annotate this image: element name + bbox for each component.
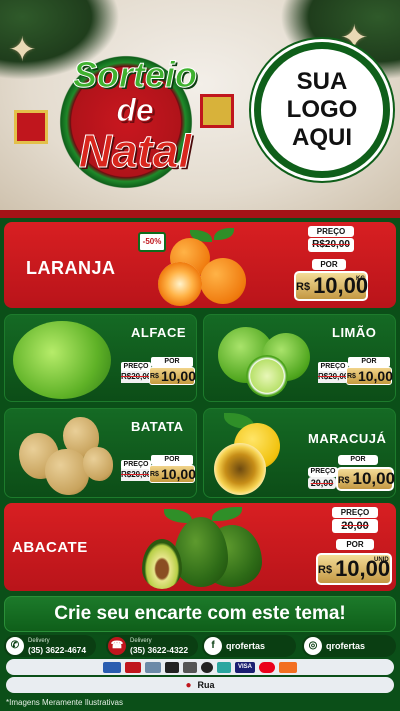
- phone-icon: ☎: [108, 637, 126, 655]
- potato-image: [45, 449, 89, 495]
- price-label: PREÇO: [332, 507, 378, 518]
- card-icon: [183, 661, 197, 673]
- price-label: PREÇO: [308, 226, 354, 237]
- discount-badge: -50%: [138, 232, 166, 252]
- instagram-contact[interactable]: ◎ qrofertas: [302, 635, 396, 657]
- product-name: LIMÃO: [332, 325, 377, 340]
- old-price: R$20,00: [318, 371, 349, 383]
- currency-symbol: R$: [150, 373, 159, 381]
- facebook-icon: f: [204, 637, 222, 655]
- currency-symbol: R$: [150, 471, 159, 479]
- orange-image: [200, 258, 246, 304]
- facebook-contact[interactable]: f qrofertas: [202, 635, 296, 657]
- header: ✦ ✦ Sorteio de Natal SUA LOGO AQUI: [0, 0, 400, 210]
- new-price: R$ 10,00: [149, 465, 196, 483]
- new-price-value: 10,00: [352, 469, 396, 488]
- price-block: PREÇO 20,00 POR R$ 10,00 UNID: [316, 507, 392, 589]
- product-name: MARACUJÁ: [308, 431, 387, 446]
- product-name: LARANJA: [26, 258, 116, 278]
- product-card-laranja[interactable]: LARANJA -50% PREÇO R$20,00 POR R$ 10,00 K…: [4, 222, 396, 308]
- emblem-title-line1: Sorteio: [72, 54, 197, 96]
- currency-symbol: R$: [296, 281, 311, 294]
- unit-label: UNID: [374, 557, 389, 563]
- new-price-label: POR: [151, 455, 193, 465]
- star-ornament-icon: ✦: [8, 31, 37, 69]
- card-icon: [165, 661, 179, 673]
- price-block: PREÇO POR R$20,00 R$ 10,00: [318, 357, 393, 385]
- cash-icon: [145, 661, 161, 673]
- product-card-maracuja[interactable]: MARACUJÁ POR PREÇO 20,00 R$ 10,00: [203, 408, 396, 498]
- potato-image: [83, 447, 113, 481]
- old-price: R$20,00: [308, 238, 354, 252]
- card-icon: [103, 661, 121, 673]
- old-price: 20,00: [332, 519, 378, 533]
- passion-fruit-half-image: [214, 443, 266, 495]
- new-price-label: POR: [151, 357, 193, 367]
- currency-symbol: R$: [338, 474, 350, 485]
- currency-symbol: R$: [318, 564, 333, 577]
- disclaimer: *Imagens Meramente Ilustrativas: [6, 698, 123, 707]
- pix-icon: [217, 661, 231, 673]
- whatsapp-icon: ✆: [6, 637, 24, 655]
- address-bar[interactable]: ● Rua: [6, 677, 394, 693]
- hipercard-icon: [279, 661, 297, 673]
- top-band: [0, 210, 400, 218]
- product-card-abacate[interactable]: ABACATE PREÇO 20,00 POR R$ 10,00 UNID: [4, 503, 396, 591]
- old-price: R$20,00: [121, 371, 152, 383]
- mastercard-icon: [259, 661, 275, 673]
- price-block: POR PREÇO 20,00 R$ 10,00: [308, 455, 396, 495]
- old-price: R$20,00: [121, 469, 152, 481]
- unit-label: KG: [356, 276, 365, 282]
- location-pin-icon: ●: [185, 679, 192, 691]
- emblem-title-line3: Natal: [78, 125, 192, 178]
- product-card-limao[interactable]: LIMÃO PREÇO POR R$20,00 R$ 10,00: [203, 314, 396, 402]
- christmas-raffle-emblem: Sorteio de Natal: [14, 50, 234, 192]
- payment-methods: VISA: [6, 659, 394, 675]
- card-icon: [125, 661, 141, 673]
- offers-board: LARANJA -50% PREÇO R$20,00 POR R$ 10,00 K…: [0, 210, 400, 711]
- instagram-handle: qrofertas: [326, 641, 366, 651]
- price-label: PREÇO: [308, 467, 338, 477]
- cta-banner[interactable]: Crie seu encarte com este tema!: [4, 596, 396, 632]
- whatsapp-contact[interactable]: ✆ Delivery (35) 3622-4674: [4, 635, 96, 657]
- facebook-handle: qrofertas: [226, 641, 266, 651]
- old-price: 20,00: [308, 477, 336, 489]
- logo-line2: LOGO: [286, 96, 358, 123]
- new-price: R$ 10,00: [336, 467, 396, 491]
- orange-half-image: [158, 262, 202, 306]
- product-card-alface[interactable]: ALFACE PREÇO POR R$20,00 R$ 10,00: [4, 314, 197, 402]
- price-block: PREÇO POR R$20,00 R$ 10,00: [121, 357, 196, 385]
- whatsapp-number: (35) 3622-4674: [28, 645, 87, 655]
- phone-number: (35) 3622-4322: [130, 645, 189, 655]
- currency-symbol: R$: [347, 373, 356, 381]
- instagram-icon: ◎: [304, 637, 322, 655]
- product-name: ALFACE: [131, 325, 186, 340]
- logo-line3: AQUI: [292, 124, 352, 151]
- phone-contact[interactable]: ☎ Delivery (35) 3622-4322: [106, 635, 198, 657]
- new-price: R$ 10,00: [149, 367, 196, 385]
- new-price-label: POR: [312, 259, 346, 270]
- product-card-batata[interactable]: BATATA PREÇO POR R$20,00 R$ 10,00: [4, 408, 197, 498]
- product-name: ABACATE: [12, 539, 88, 556]
- lettuce-image: [13, 321, 111, 399]
- new-price-value: 10,00: [160, 466, 196, 482]
- leaf-icon: [212, 507, 242, 521]
- price-block: PREÇO POR R$20,00 R$ 10,00: [121, 455, 196, 483]
- logo-placeholder: SUA LOGO AQUI: [254, 42, 390, 178]
- lime-slice-image: [246, 355, 288, 397]
- price-block: PREÇO R$20,00 POR R$ 10,00 KG: [294, 226, 368, 306]
- product-name: BATATA: [131, 419, 184, 434]
- logo-line1: SUA: [296, 68, 348, 95]
- leaf-icon: [214, 228, 234, 240]
- visa-icon: VISA: [235, 661, 255, 673]
- new-price-value: 10,00: [357, 368, 393, 384]
- new-price-value: 10,00: [160, 368, 196, 384]
- new-price: R$ 10,00: [346, 367, 393, 385]
- new-price-label: POR: [336, 539, 374, 550]
- card-icon: [201, 661, 213, 673]
- new-price-label: POR: [348, 357, 390, 367]
- address-text: Rua: [197, 680, 215, 690]
- new-price-label: POR: [338, 455, 378, 465]
